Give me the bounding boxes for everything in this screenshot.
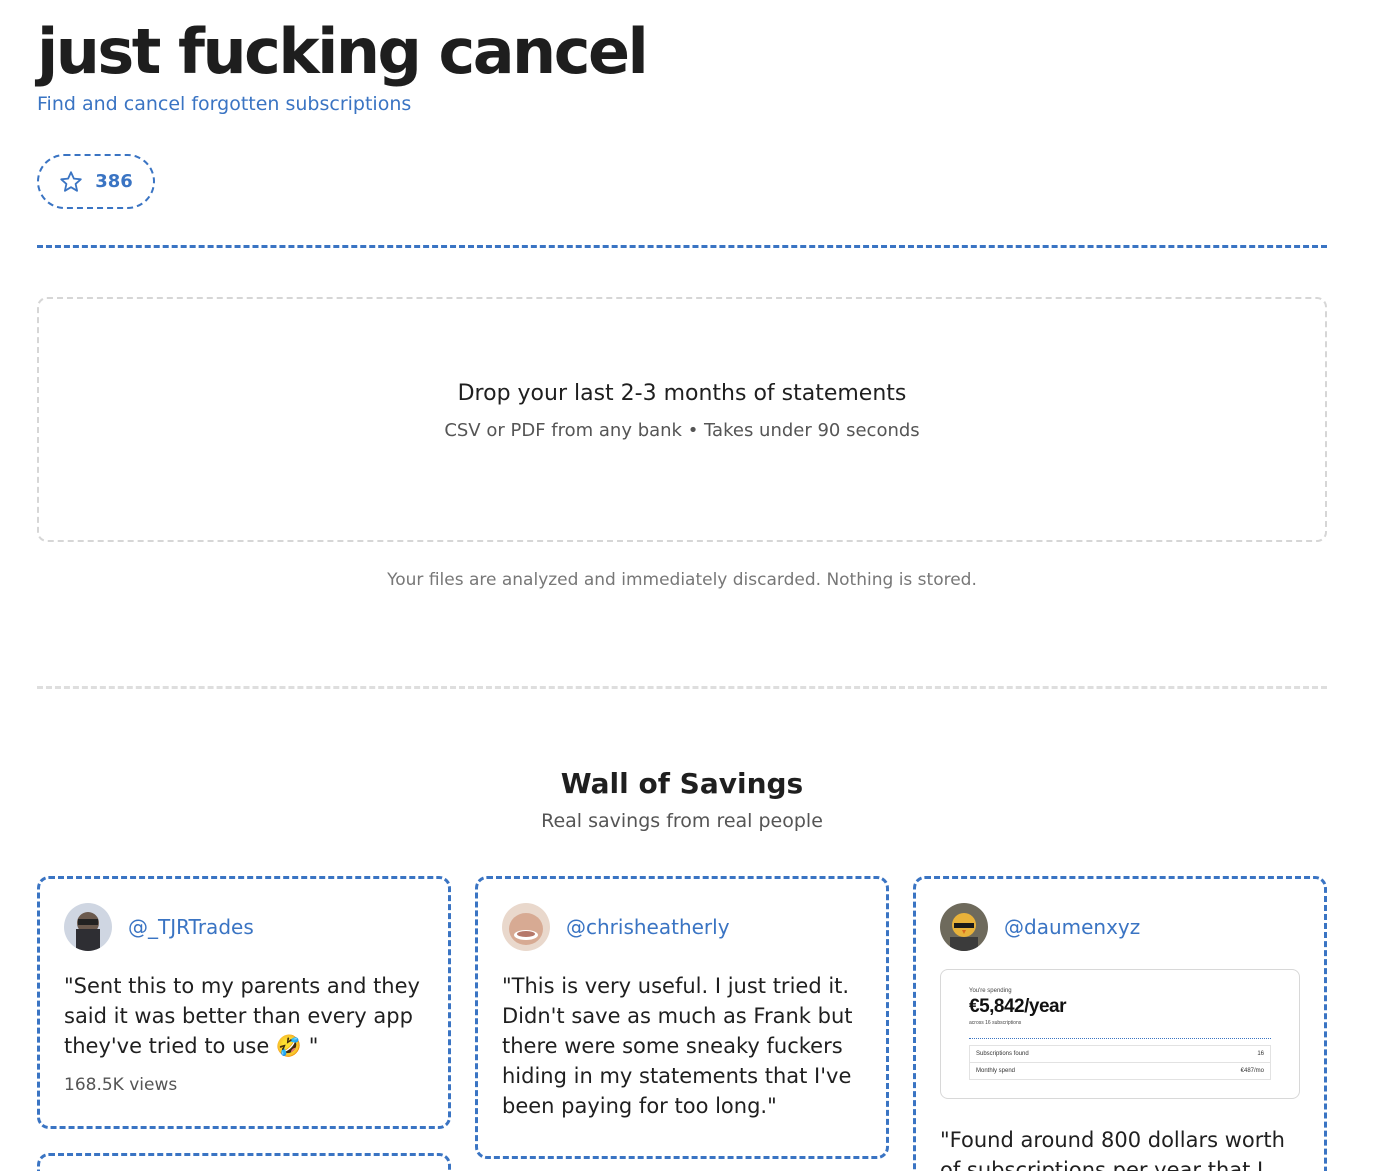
screenshot-row-value: 16 xyxy=(1257,1051,1264,1057)
screenshot-row: Subscriptions found 16 xyxy=(969,1045,1271,1063)
star-count: 386 xyxy=(95,171,133,192)
testimonial-handle[interactable]: @daumenxyz xyxy=(1004,915,1140,939)
avatar xyxy=(940,903,988,951)
testimonial-handle[interactable]: @_TJRTrades xyxy=(128,915,254,939)
testimonial-quote: "This is very useful. I just tried it. D… xyxy=(502,974,853,1118)
star-icon xyxy=(59,170,83,194)
page: just fucking cancel Find and cancel forg… xyxy=(0,0,1390,1171)
view-count: 168.5K views xyxy=(64,1075,178,1095)
dropzone-subtitle: CSV or PDF from any bank • Takes under 9… xyxy=(444,419,920,441)
site-tagline: Find and cancel forgotten subscriptions xyxy=(37,93,412,115)
screenshot-note: across 16 subscriptions xyxy=(969,1020,1022,1026)
site-title[interactable]: just fucking cancel xyxy=(37,0,1327,92)
testimonial-card: @_TJRTrades "Sent this to my parents and… xyxy=(37,876,451,1129)
savings-screenshot: You're spending €5,842/year across 16 su… xyxy=(940,969,1300,1099)
screenshot-row-value: €487/mo xyxy=(1240,1068,1264,1074)
privacy-note: Your files are analyzed and immediately … xyxy=(387,570,977,590)
testimonial-card: @chrisheatherly "This is very useful. I … xyxy=(475,876,889,1159)
github-star-button[interactable]: 386 xyxy=(37,154,155,209)
avatar xyxy=(502,903,550,951)
header-divider xyxy=(37,245,1327,248)
testimonial-handle[interactable]: @chrisheatherly xyxy=(566,915,730,939)
testimonial-quote: "Sent this to my parents and they said i… xyxy=(64,974,420,1058)
avatar xyxy=(64,903,112,951)
statement-dropzone[interactable]: Drop your last 2-3 months of statements … xyxy=(37,297,1327,542)
testimonial-card xyxy=(37,1153,451,1171)
screenshot-label: You're spending xyxy=(969,988,1012,994)
dropzone-title: Drop your last 2-3 months of statements xyxy=(457,380,907,406)
testimonial-quote: "Found around 800 dollars worth of subsc… xyxy=(940,1128,1285,1171)
section-divider xyxy=(37,686,1327,689)
screenshot-amount: €5,842/year xyxy=(969,996,1067,1017)
screenshot-row-label: Monthly spend xyxy=(976,1068,1016,1074)
screenshot-row-label: Subscriptions found xyxy=(976,1051,1029,1057)
screenshot-divider xyxy=(969,1038,1271,1039)
wall-title: Wall of Savings xyxy=(560,767,804,800)
screenshot-row: Monthly spend €487/mo xyxy=(969,1063,1271,1080)
wall-subtitle: Real savings from real people xyxy=(541,810,823,832)
testimonial-grid: @_TJRTrades "Sent this to my parents and… xyxy=(37,876,1327,1171)
testimonial-card: @daumenxyz You're spending €5,842/year a… xyxy=(913,876,1327,1171)
